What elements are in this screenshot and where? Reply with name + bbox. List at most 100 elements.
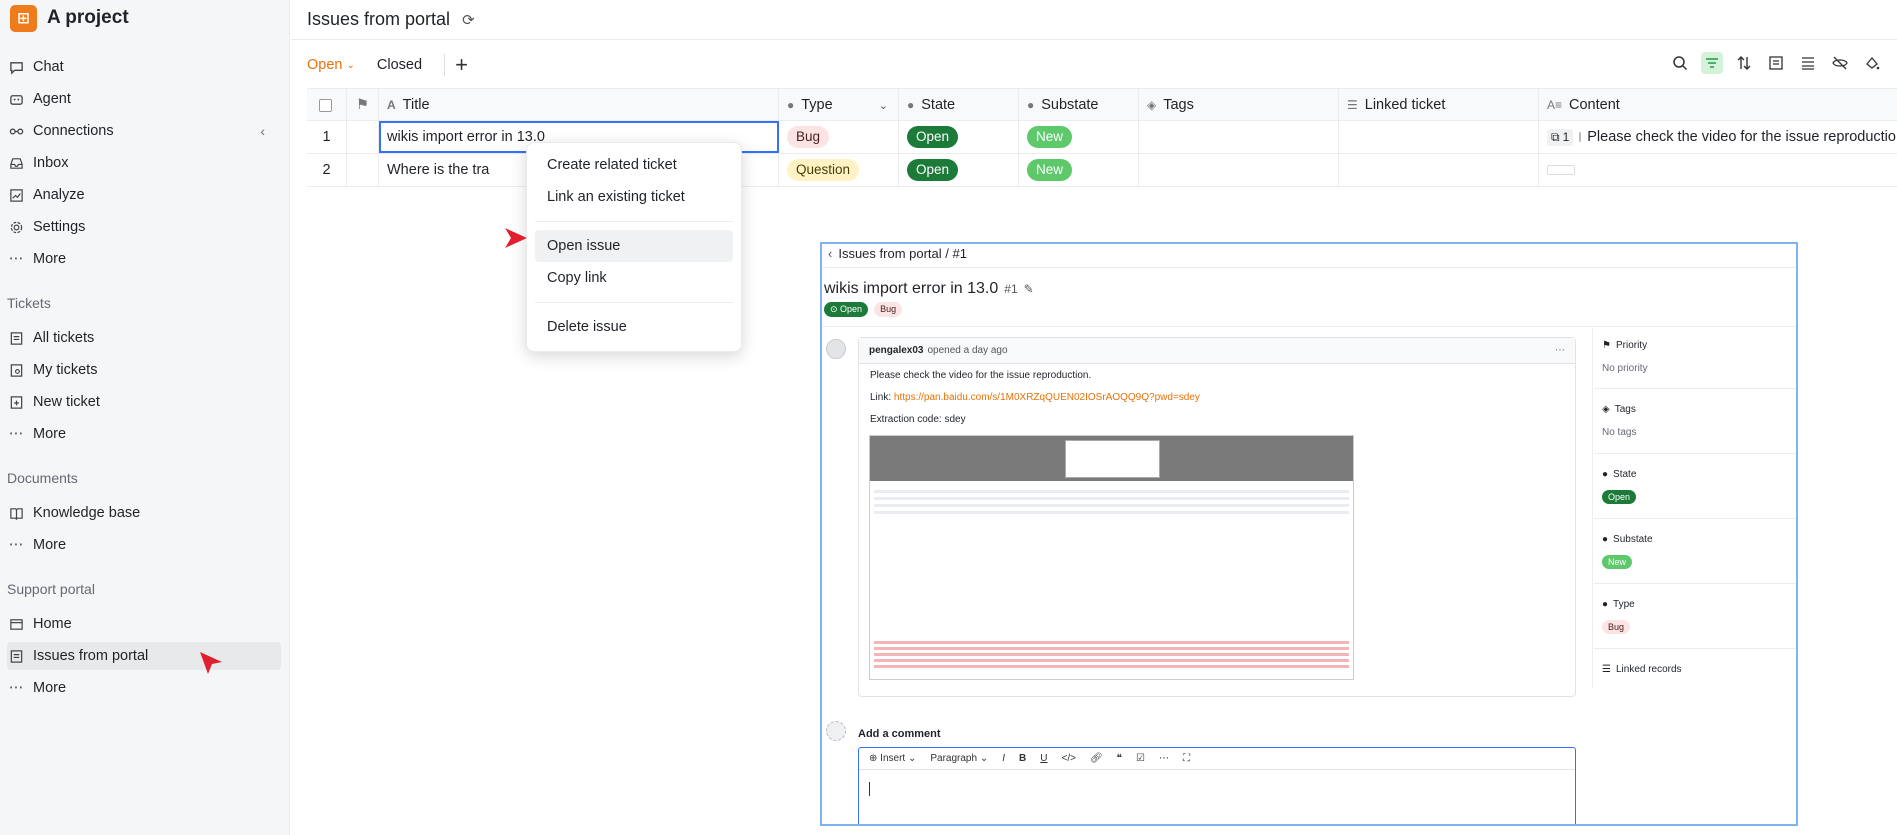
column-header-type[interactable]: ● Type ⌄ <box>779 89 899 121</box>
type-cell[interactable]: Question <box>779 154 899 186</box>
fill-color-icon[interactable] <box>1861 52 1883 74</box>
filter-icon[interactable] <box>1701 52 1723 74</box>
breadcrumb[interactable]: ‹ Issues from portal / #1 <box>828 246 967 261</box>
code-icon[interactable]: </> <box>1061 753 1075 764</box>
link-icon[interactable]: 🔗︎ <box>1090 753 1103 764</box>
sidebar-item-settings[interactable]: Settings <box>7 213 281 241</box>
sidebar-item-all-tickets[interactable]: All tickets <box>7 324 281 352</box>
bold-icon[interactable]: B <box>1019 753 1026 764</box>
quote-icon[interactable]: ❝ <box>1117 753 1122 764</box>
sidebar-item-label: Connections <box>33 123 114 139</box>
chevron-left-icon[interactable]: ‹ <box>260 123 265 139</box>
sidebar-item-new-ticket[interactable]: New ticket <box>7 388 281 416</box>
column-header-tags[interactable]: ◈ Tags <box>1139 89 1339 121</box>
menu-item-open-issue[interactable]: Open issue <box>535 230 733 262</box>
column-header-title[interactable]: A Title <box>379 89 779 121</box>
menu-item-create-related-ticket[interactable]: Create related ticket <box>535 149 733 181</box>
prop-state[interactable]: ● State Open <box>1602 469 1796 504</box>
fullscreen-icon[interactable]: ⛶ <box>1183 753 1190 764</box>
breadcrumb-text: Issues from portal / #1 <box>838 246 967 261</box>
column-header-substate[interactable]: ● Substate <box>1019 89 1139 121</box>
column-header-linked-ticket[interactable]: ☰ Linked ticket <box>1339 89 1539 121</box>
prop-type[interactable]: ● Type Bug <box>1602 599 1796 634</box>
comment-author[interactable]: pengalex03 <box>869 345 923 356</box>
sidebar-item-analyze[interactable]: Analyze <box>7 181 281 209</box>
screenshot-line <box>874 497 1349 500</box>
sort-icon[interactable] <box>1733 52 1755 74</box>
sidebar-item-connections[interactable]: Connections ‹ <box>7 117 281 145</box>
book-icon <box>8 505 24 521</box>
sidebar-item-knowledge-base[interactable]: Knowledge base <box>7 499 281 527</box>
ellipsis-icon: ⋯ <box>8 537 24 553</box>
flag-cell[interactable] <box>347 121 379 153</box>
select-all-checkbox[interactable] <box>319 98 332 112</box>
tags-cell[interactable] <box>1139 154 1339 186</box>
home-icon <box>8 616 24 632</box>
prop-priority[interactable]: ⚑ Priority No priority <box>1602 340 1796 374</box>
ellipsis-icon[interactable]: ⋯ <box>1555 345 1565 356</box>
hide-fields-icon[interactable] <box>1829 52 1851 74</box>
sidebar-item-my-tickets[interactable]: My tickets <box>7 356 281 384</box>
prop-linked-records[interactable]: ☰ Linked records <box>1602 664 1796 675</box>
paragraph-dropdown[interactable]: Paragraph ⌄ <box>930 753 988 764</box>
sidebar-item-inbox[interactable]: Inbox <box>7 149 281 177</box>
mouse-cursor-icon <box>505 228 527 248</box>
tags-cell[interactable] <box>1139 121 1339 153</box>
prop-substate[interactable]: ● Substate New <box>1602 534 1796 569</box>
edit-pencil-icon[interactable]: ✎ <box>1024 282 1034 296</box>
comment-link[interactable]: https://pan.baidu.com/s/1M0XRZqQUEN02IOS… <box>894 392 1200 403</box>
menu-item-copy-link[interactable]: Copy link <box>535 262 733 294</box>
linked-ticket-cell[interactable] <box>1339 154 1539 186</box>
flag-column-header[interactable]: ⚑ <box>347 89 379 121</box>
chevron-left-icon[interactable]: ‹ <box>828 246 832 261</box>
state-cell[interactable]: Open <box>899 154 1019 186</box>
sidebar-item-documents-more[interactable]: ⋯ More <box>7 531 281 559</box>
underline-icon[interactable]: U <box>1040 753 1047 764</box>
sidebar-item-home[interactable]: Home <box>7 610 281 638</box>
menu-item-delete-issue[interactable]: Delete issue <box>535 311 733 343</box>
ellipsis-icon[interactable]: ⋯ <box>1159 753 1169 764</box>
view-tab-closed[interactable]: Closed <box>377 57 422 73</box>
prop-tags[interactable]: ◈ Tags No tags <box>1602 404 1796 438</box>
flag-cell[interactable] <box>347 154 379 186</box>
checklist-icon[interactable]: ☑ <box>1136 753 1145 764</box>
prop-label: Priority <box>1615 340 1648 351</box>
prop-label: State <box>1613 469 1637 480</box>
search-icon[interactable] <box>1669 52 1691 74</box>
state-cell[interactable]: Open <box>899 121 1019 153</box>
italic-icon[interactable]: I <box>1002 753 1005 764</box>
chevron-down-icon[interactable]: ⌄ <box>879 99 888 112</box>
state-badge: Open <box>1602 490 1637 504</box>
column-header-content[interactable]: A≡ Content <box>1539 89 1897 121</box>
view-tab-open[interactable]: Open ⌄ <box>307 57 355 73</box>
issue-detail-preview: ‹ Issues from portal / #1 wikis import e… <box>820 242 1798 826</box>
insert-dropdown[interactable]: ⊕ Insert ⌄ <box>869 753 916 764</box>
menu-item-link-existing-ticket[interactable]: Link an existing ticket <box>535 181 733 213</box>
sidebar-item-issues-from-portal[interactable]: Issues from portal <box>7 642 281 670</box>
sidebar-item-agent[interactable]: Agent <box>7 85 281 113</box>
embedded-screenshot-image[interactable] <box>869 435 1354 680</box>
column-header-state[interactable]: ● State <box>899 89 1019 121</box>
sidebar-item-tickets-more[interactable]: ⋯ More <box>7 420 281 448</box>
sidebar-item-portal-more[interactable]: ⋯ More <box>7 674 281 702</box>
substate-cell[interactable]: New <box>1019 154 1139 186</box>
row-number: 1 <box>307 121 347 153</box>
substate-cell[interactable]: New <box>1019 121 1139 153</box>
content-cell[interactable]: ⧉ 1 Please check the video for the issue … <box>1539 121 1897 153</box>
sidebar-item-more[interactable]: ⋯ More <box>7 245 281 273</box>
empty-content-placeholder <box>1547 165 1575 175</box>
refresh-icon[interactable]: ⟳ <box>462 11 475 29</box>
sidebar-item-chat[interactable]: Chat <box>7 53 281 81</box>
row-height-icon[interactable] <box>1797 52 1819 74</box>
thumbnail-icon <box>1579 132 1582 142</box>
sidebar-item-label: Agent <box>33 91 71 107</box>
comment-editor[interactable]: ⊕ Insert ⌄ Paragraph ⌄ I B U </> 🔗︎ ❝ ☑ … <box>858 747 1576 824</box>
add-view-icon[interactable]: + <box>444 52 468 77</box>
screenshot-dialog <box>1065 440 1160 478</box>
screenshot-line <box>874 653 1349 656</box>
group-icon[interactable] <box>1765 52 1787 74</box>
type-cell[interactable]: Bug <box>779 121 899 153</box>
project-header[interactable]: ⊞ A project <box>10 4 129 32</box>
linked-ticket-cell[interactable] <box>1339 121 1539 153</box>
content-cell[interactable] <box>1539 154 1897 186</box>
